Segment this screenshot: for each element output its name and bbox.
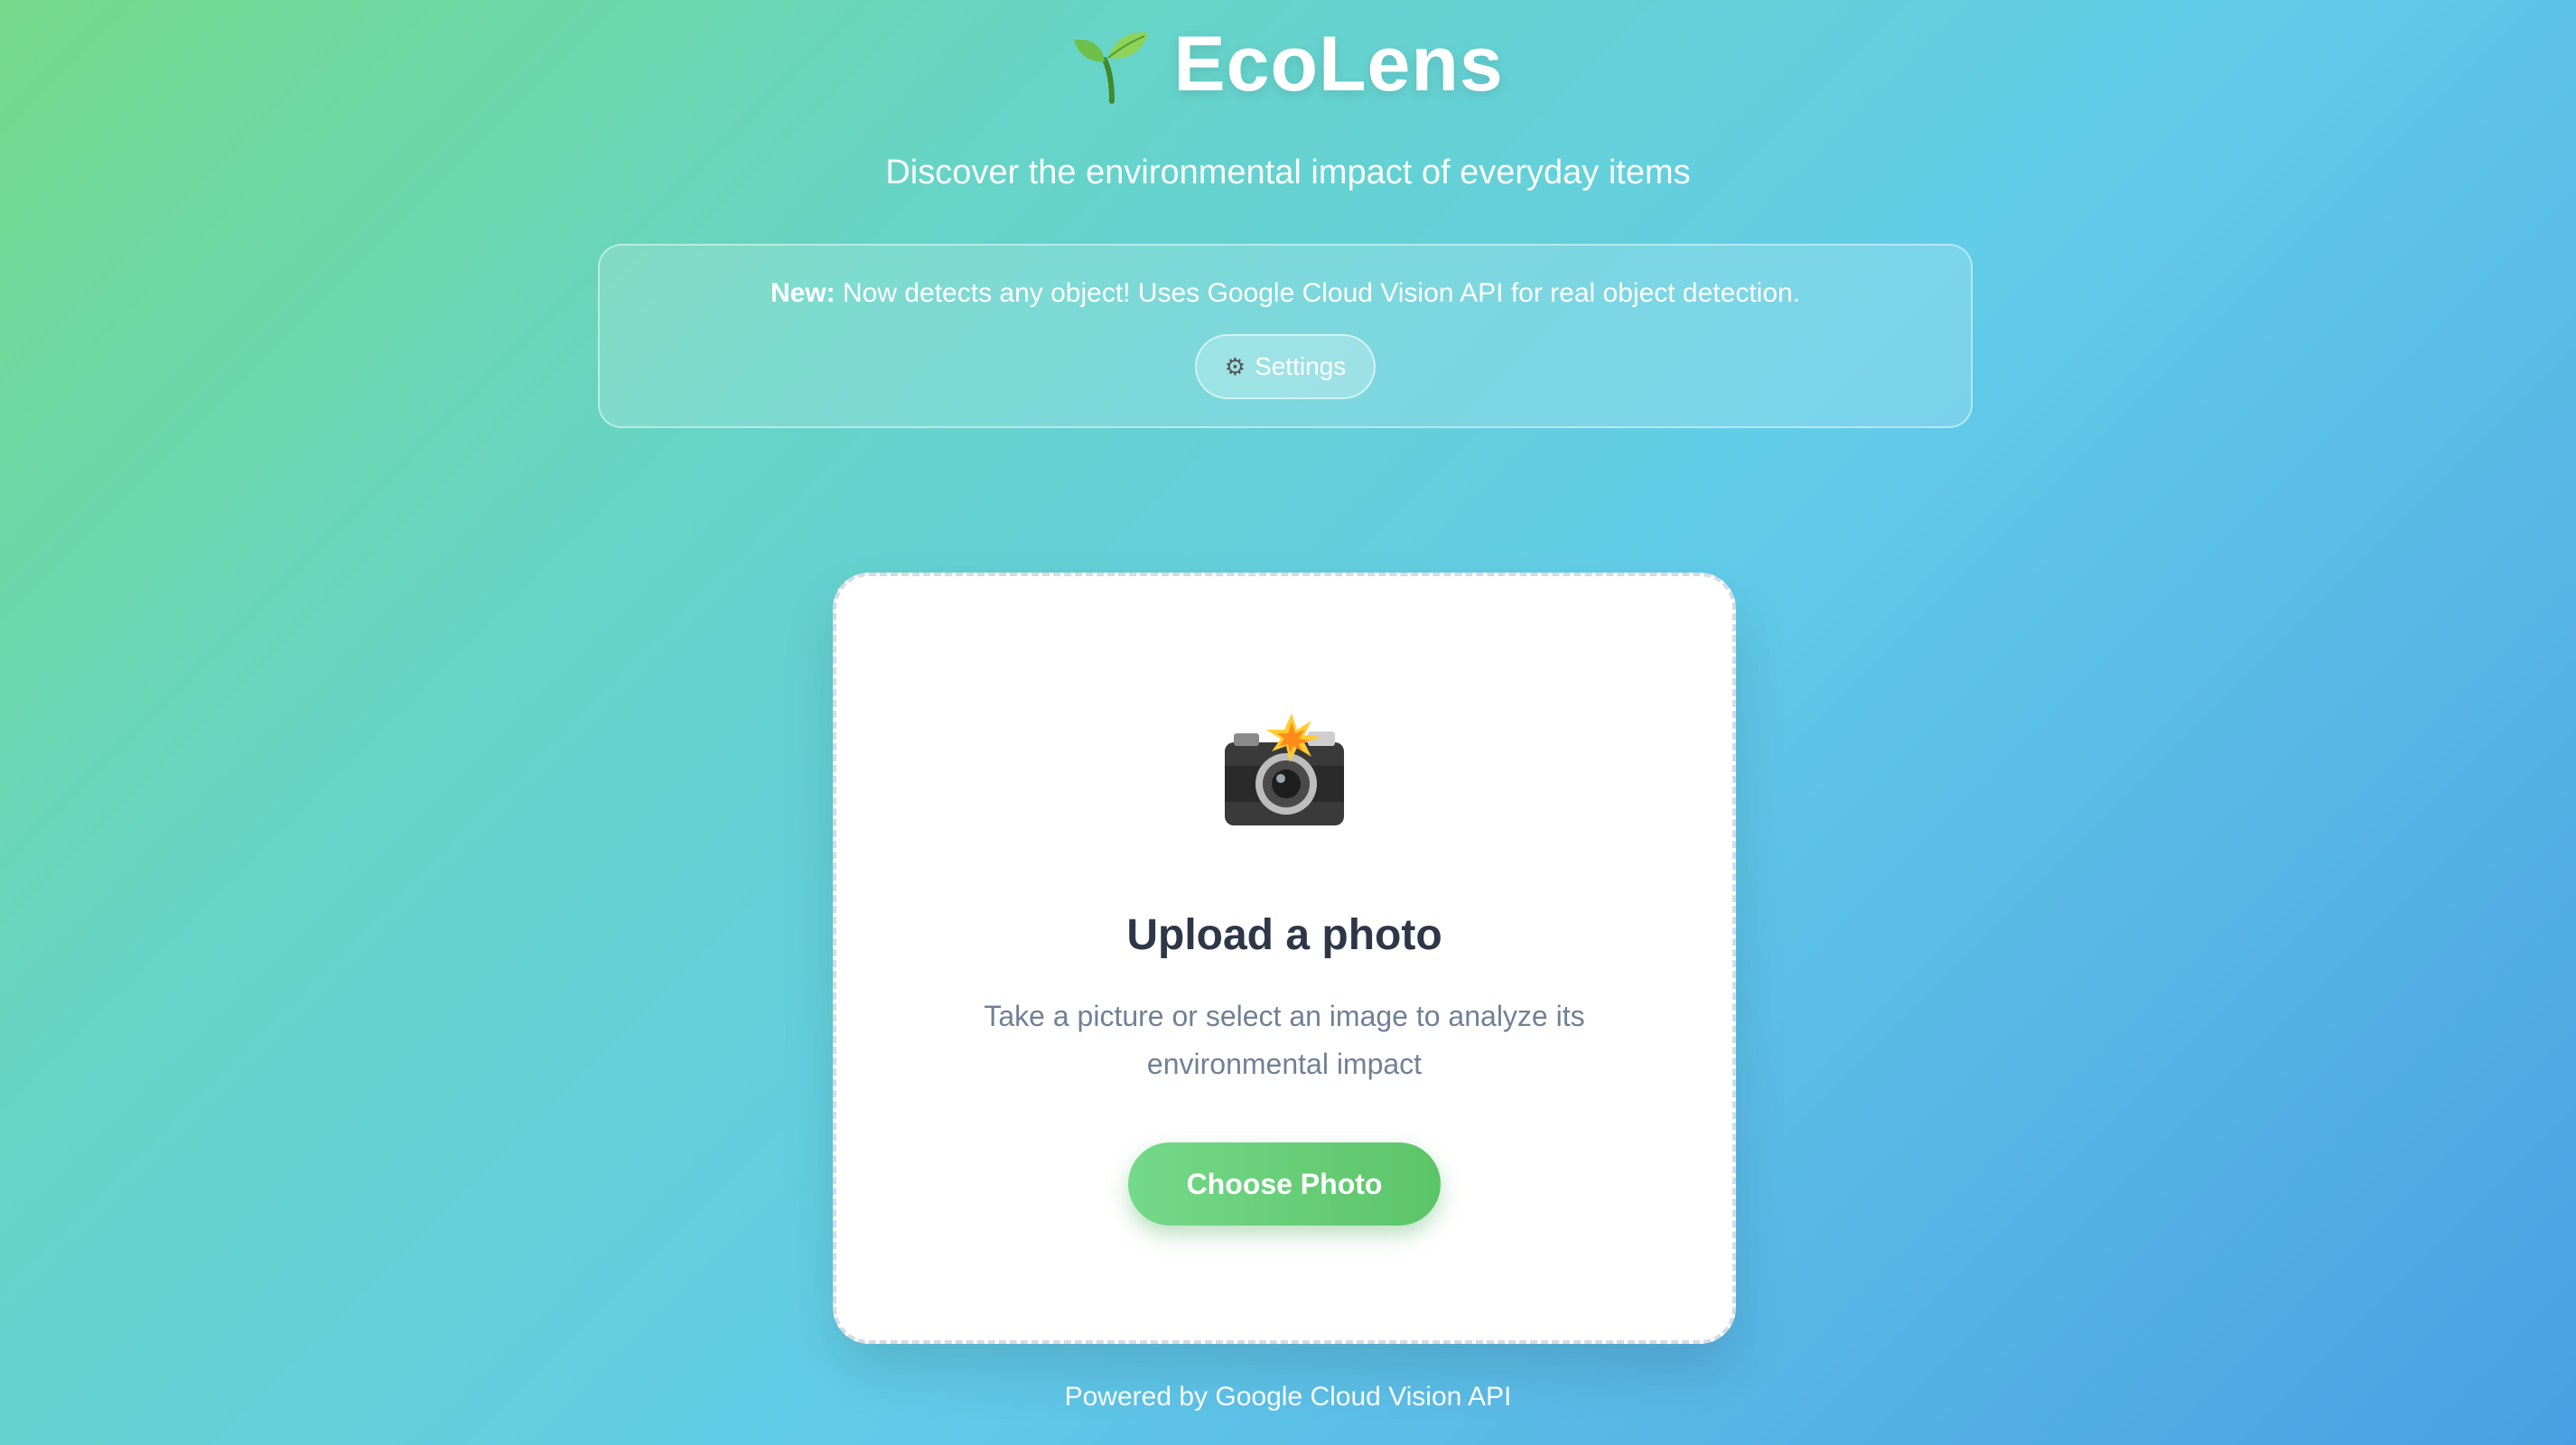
settings-label: Settings xyxy=(1255,352,1347,380)
gear-icon: ⚙ xyxy=(1224,352,1246,380)
camera-flash-icon xyxy=(1225,713,1344,825)
seedling-icon xyxy=(1074,32,1149,104)
footer-text: Powered by Google Cloud Vision API xyxy=(1064,1382,1512,1412)
app-title: EcoLens xyxy=(1173,21,1504,107)
notice-label: New: xyxy=(770,278,835,308)
choose-photo-button[interactable]: Choose Photo xyxy=(1128,1142,1441,1226)
app-subtitle: Discover the environmental impact of eve… xyxy=(885,154,1691,191)
notice-text: New: Now detects any object! Uses Google… xyxy=(600,278,1971,309)
upload-card[interactable]: Upload a photo Take a picture or select … xyxy=(833,573,1736,1344)
app-header: EcoLens xyxy=(0,20,2576,109)
notice-banner: New: Now detects any object! Uses Google… xyxy=(598,244,1973,428)
settings-button[interactable]: ⚙ Settings xyxy=(1195,334,1376,399)
upload-title: Upload a photo xyxy=(1126,911,1442,959)
notice-message: Now detects any object! Uses Google Clou… xyxy=(835,278,1801,308)
upload-description: Take a picture or select an image to ana… xyxy=(984,1000,1585,1080)
